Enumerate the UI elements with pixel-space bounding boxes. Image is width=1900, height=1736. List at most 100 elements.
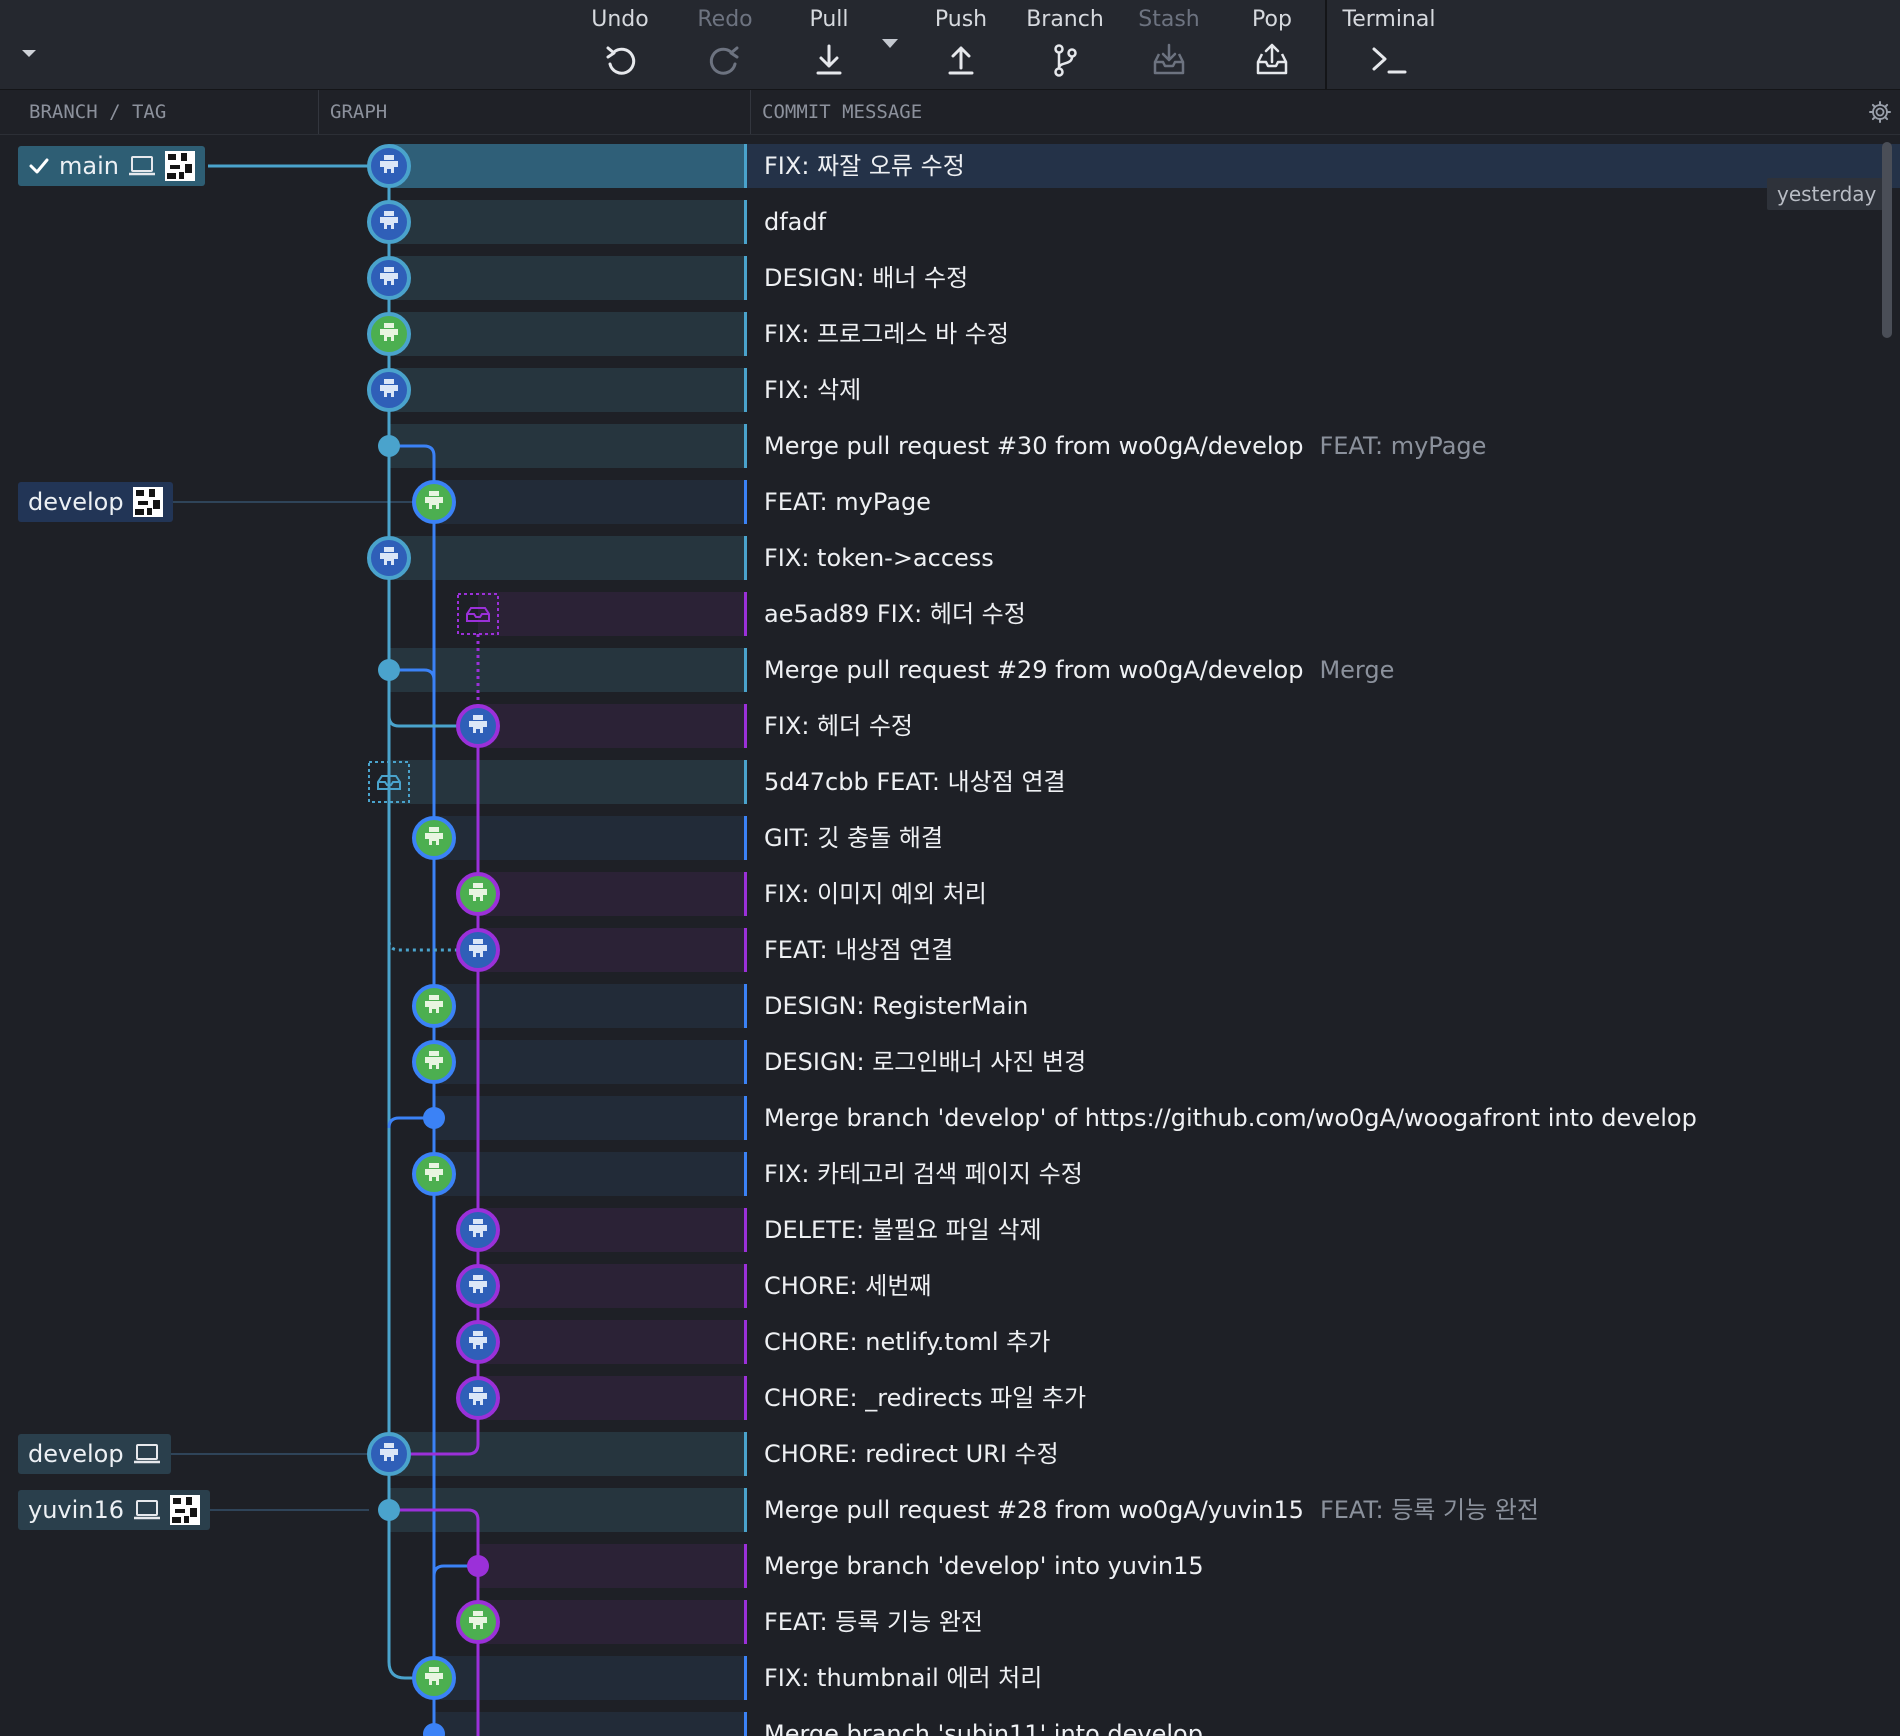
graph-row-band [389, 1432, 744, 1476]
commit-message: dfadf [764, 200, 826, 244]
graph-row-band [434, 816, 744, 860]
branch-label-yuvin16[interactable]: yuvin16 [18, 1490, 211, 1530]
commit-summary: 5d47cbb FEAT: 내상점 연결 [764, 768, 1066, 796]
commit-row[interactable]: FIX: 카테고리 검색 페이지 수정 [0, 1142, 1900, 1198]
commit-row[interactable]: FIX: token->access [0, 526, 1900, 582]
graph-row-band [478, 1544, 744, 1588]
toolbar-divider [1325, 0, 1327, 89]
commit-row[interactable]: FIX: 프로그레스 바 수정 [0, 302, 1900, 358]
commit-row[interactable]: Merge pull request #29 from wo0gA/develo… [0, 638, 1900, 694]
graph-row-band [389, 1488, 744, 1532]
lane-color-marker [744, 1488, 747, 1532]
commit-row[interactable]: Merge pull request #28 from wo0gA/yuvin1… [0, 1478, 1900, 1534]
commit-row[interactable]: FIX: thumbnail 에러 처리 [0, 1646, 1900, 1702]
graph-row-band [434, 1096, 744, 1140]
column-header: BRANCH / TAG GRAPH COMMIT MESSAGE [0, 90, 1900, 135]
commit-summary: CHORE: _redirects 파일 추가 [764, 1384, 1087, 1412]
commit-summary: DELETE: 불필요 파일 삭제 [764, 1216, 1042, 1244]
commit-row[interactable]: FEAT: 등록 기능 완전 [0, 1590, 1900, 1646]
commit-row[interactable]: DESIGN: RegisterMain [0, 974, 1900, 1030]
commit-message: CHORE: _redirects 파일 추가 [764, 1376, 1086, 1420]
branch-label-develop[interactable]: develop [18, 482, 173, 522]
pull-options-caret-icon[interactable] [882, 39, 898, 48]
remote-avatar-icon [164, 151, 195, 181]
branch-name: develop [28, 488, 124, 516]
commit-message: Merge pull request #29 from wo0gA/develo… [764, 648, 1394, 692]
commit-message: Merge branch 'subin11' into develop [764, 1712, 1203, 1736]
graph-row-band [434, 1040, 744, 1084]
remote-avatar-icon [132, 487, 163, 517]
commit-row[interactable]: CHORE: 세번째 [0, 1254, 1900, 1310]
commit-summary: GIT: 깃 충돌 해결 [764, 824, 944, 852]
commit-summary: FIX: 이미지 예외 처리 [764, 880, 987, 908]
graph-row-band [389, 648, 744, 692]
branch-tag-column-header[interactable]: BRANCH / TAG [29, 90, 166, 134]
commit-row[interactable]: FIX: 짜잘 오류 수정 [0, 134, 1900, 190]
commit-summary: FEAT: myPage [764, 488, 931, 516]
commit-row[interactable]: FIX: 삭제 [0, 358, 1900, 414]
pop-button[interactable]: Pop [1222, 0, 1322, 89]
graph-column-header[interactable]: GRAPH [330, 90, 387, 134]
lane-color-marker [744, 368, 747, 412]
commit-row[interactable]: DESIGN: 로그인배너 사진 변경 [0, 1030, 1900, 1086]
undo-label: Undo [591, 7, 649, 32]
commit-row[interactable]: CHORE: netlify.toml 추가 [0, 1310, 1900, 1366]
graph-row-band [478, 1600, 744, 1644]
graph-row-band [478, 1208, 744, 1252]
lane-color-marker [744, 928, 747, 972]
branch-name: develop [28, 1440, 124, 1468]
commit-row[interactable]: FIX: 이미지 예외 처리 [0, 862, 1900, 918]
commit-row[interactable]: DESIGN: 배너 수정 [0, 246, 1900, 302]
stash-icon [1149, 40, 1189, 80]
commit-row[interactable]: CHORE: redirect URI 수정 [0, 1422, 1900, 1478]
commit-row[interactable]: Merge branch 'develop' into yuvin15 [0, 1534, 1900, 1590]
redo-button[interactable]: Redo [675, 0, 775, 89]
undo-button[interactable]: Undo [570, 0, 670, 89]
pull-button[interactable]: Pull [779, 0, 879, 89]
commit-row[interactable]: dfadf [0, 190, 1900, 246]
commit-row[interactable]: ae5ad89 FIX: 헤더 수정 [0, 582, 1900, 638]
lane-color-marker [744, 1656, 747, 1700]
gear-icon[interactable] [1868, 100, 1892, 124]
commit-row[interactable]: FEAT: myPage [0, 470, 1900, 526]
graph-row-band [389, 760, 744, 804]
push-label: Push [934, 7, 988, 32]
commit-message: CHORE: 세번째 [764, 1264, 932, 1308]
commit-row[interactable]: Merge branch 'develop' of https://github… [0, 1086, 1900, 1142]
commit-message: Merge branch 'develop' into yuvin15 [764, 1544, 1204, 1588]
lane-color-marker [744, 536, 747, 580]
commit-summary: FEAT: 등록 기능 완전 [764, 1608, 983, 1636]
lane-color-marker [744, 1376, 747, 1420]
lane-color-marker [744, 1096, 747, 1140]
commit-row[interactable]: Merge pull request #30 from wo0gA/develo… [0, 414, 1900, 470]
branch-label-develop[interactable]: develop [18, 1434, 171, 1474]
terminal-button[interactable]: Terminal [1338, 0, 1440, 89]
commit-row[interactable]: GIT: 깃 충돌 해결 [0, 806, 1900, 862]
column-resize-handle[interactable] [318, 90, 319, 134]
commit-row[interactable]: 5d47cbb FEAT: 내상점 연결 [0, 750, 1900, 806]
column-resize-handle[interactable] [750, 90, 751, 134]
commit-row[interactable]: CHORE: _redirects 파일 추가 [0, 1366, 1900, 1422]
commit-row[interactable]: FIX: 헤더 수정 [0, 694, 1900, 750]
graph-row-band [434, 1656, 744, 1700]
lane-color-marker [744, 648, 747, 692]
branch-button[interactable]: Branch [1015, 0, 1115, 89]
commit-message: ae5ad89 FIX: 헤더 수정 [764, 592, 1026, 636]
commit-message: Merge branch 'develop' of https://github… [764, 1096, 1697, 1140]
lane-color-marker [744, 480, 747, 524]
graph-row-band [389, 536, 744, 580]
branch-label: Branch [1026, 7, 1104, 32]
scrollbar[interactable] [1882, 142, 1892, 338]
pop-label: Pop [1252, 7, 1292, 32]
push-button[interactable]: Push [911, 0, 1011, 89]
graph-row-band [389, 368, 744, 412]
commit-row[interactable]: DELETE: 불필요 파일 삭제 [0, 1198, 1900, 1254]
commit-message-column-header[interactable]: COMMIT MESSAGE [762, 90, 922, 134]
stash-button[interactable]: Stash [1119, 0, 1219, 89]
branch-label-main[interactable]: main [18, 146, 205, 186]
lane-color-marker [744, 592, 747, 636]
graph-row-band [478, 1320, 744, 1364]
repo-dropdown-icon[interactable] [22, 50, 36, 57]
commit-row[interactable]: Merge branch 'subin11' into develop [0, 1702, 1900, 1736]
commit-row[interactable]: FEAT: 내상점 연결 [0, 918, 1900, 974]
